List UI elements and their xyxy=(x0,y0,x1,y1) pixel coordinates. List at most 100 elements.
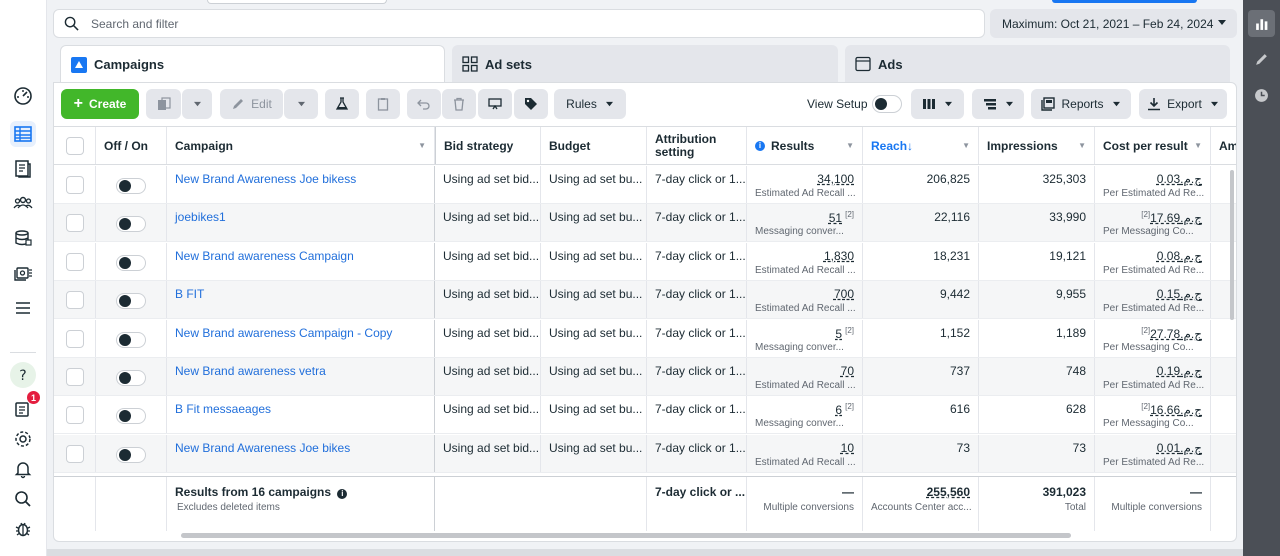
column-header-bid-strategy[interactable]: Bid strategy xyxy=(435,127,541,164)
pages-icon[interactable] xyxy=(10,156,36,182)
row-checkbox[interactable] xyxy=(65,291,84,310)
tab-label: Ads xyxy=(878,56,903,72)
notification-badge: 1 xyxy=(26,390,41,405)
undo-button[interactable] xyxy=(407,89,441,119)
edit-button[interactable]: Edit xyxy=(220,89,283,119)
column-header-budget[interactable]: Budget xyxy=(541,127,647,164)
export-preview-button[interactable] xyxy=(478,89,512,119)
media-icon[interactable] xyxy=(10,260,36,286)
tag-button[interactable] xyxy=(514,89,548,119)
campaign-name-link[interactable]: New Brand Awareness Joe bikess xyxy=(175,172,356,186)
campaign-name-link[interactable]: New Brand awareness Campaign xyxy=(175,249,354,263)
column-header-results[interactable]: i Results ▼ xyxy=(747,127,863,164)
campaign-name-link[interactable]: New Brand awareness vetra xyxy=(175,364,326,378)
duplicate-button[interactable] xyxy=(146,89,181,119)
table-row[interactable]: New Brand awareness vetra Using ad set bi… xyxy=(54,358,1236,396)
results-cell: 34,100 Estimated Ad Recall ... xyxy=(747,166,863,203)
vertical-scrollbar[interactable] xyxy=(1230,170,1234,320)
table-row[interactable]: New Brand awareness Campaign - Copy Using… xyxy=(54,319,1236,358)
campaign-toggle[interactable] xyxy=(116,254,146,271)
column-header-amount[interactable]: Am xyxy=(1211,127,1236,164)
notifications-icon[interactable]: 1 xyxy=(10,390,41,422)
rules-button[interactable]: Rules xyxy=(554,89,626,119)
view-setup-toggle[interactable] xyxy=(872,95,902,113)
table-row[interactable]: New Brand Awareness Joe bikes Using ad se… xyxy=(54,434,1236,473)
campaign-name-link[interactable]: B Fit messaeages xyxy=(175,402,271,416)
campaign-name-link[interactable]: joebikes1 xyxy=(175,210,226,224)
duplicate-dropdown[interactable] xyxy=(182,89,212,119)
results-value-wrap: 51 [2] xyxy=(755,210,854,225)
row-checkbox[interactable] xyxy=(65,406,84,425)
column-header-impressions[interactable]: Impressions ▼ xyxy=(979,127,1095,164)
row-checkbox[interactable] xyxy=(65,444,84,463)
column-header-campaign[interactable]: Campaign ▼ xyxy=(167,127,435,164)
search-icon[interactable] xyxy=(10,486,36,512)
table-row[interactable]: joebikes1 Using ad set bid... Using ad set… xyxy=(54,204,1236,243)
export-button[interactable]: Export xyxy=(1139,89,1227,119)
reports-button[interactable]: Reports xyxy=(1031,89,1131,119)
tab-ads[interactable]: Ads xyxy=(845,45,1230,83)
edit-dropdown[interactable] xyxy=(284,89,318,119)
breakdown-button[interactable] xyxy=(972,89,1024,119)
nav-divider xyxy=(10,352,36,353)
campaign-toggle[interactable] xyxy=(116,178,146,194)
select-all-checkbox[interactable] xyxy=(65,136,84,155)
tab-campaigns[interactable]: Campaigns xyxy=(60,45,445,83)
ad-sets-icon xyxy=(462,56,478,72)
audiences-icon[interactable] xyxy=(10,190,36,216)
delete-button[interactable] xyxy=(442,89,476,119)
search-filter-bar[interactable] xyxy=(53,9,985,38)
campaign-name-link[interactable]: New Brand Awareness Joe bikes xyxy=(175,441,350,455)
campaign-toggle[interactable] xyxy=(116,370,146,386)
date-range-button[interactable]: Maximum: Oct 21, 2021 – Feb 24, 2024 xyxy=(990,9,1237,38)
row-checkbox[interactable] xyxy=(65,329,84,348)
campaign-toggle[interactable] xyxy=(116,446,146,463)
table-row[interactable]: New Brand awareness Campaign Using ad set… xyxy=(54,242,1236,281)
bell-icon[interactable] xyxy=(10,456,36,482)
chart-icon[interactable] xyxy=(1248,10,1275,37)
create-button[interactable]: + Create xyxy=(61,89,139,119)
column-header-cost-per-result[interactable]: Cost per result ▼ xyxy=(1095,127,1211,164)
ab-test-button[interactable] xyxy=(325,89,359,119)
campaign-toggle[interactable] xyxy=(116,331,146,348)
settings-icon[interactable] xyxy=(10,426,36,452)
clock-icon[interactable] xyxy=(1248,82,1275,109)
results-value: 5 xyxy=(835,326,843,341)
column-header-reach[interactable]: Reach ↓ ▼ xyxy=(863,127,979,164)
columns-button[interactable] xyxy=(911,89,964,119)
table-row[interactable]: New Brand Awareness Joe bikess Using ad s… xyxy=(54,166,1236,204)
breakdown-icon xyxy=(983,99,996,110)
table-row[interactable]: B FIT Using ad set bid... Using ad set bu.… xyxy=(54,281,1236,320)
tab-label: Campaigns xyxy=(94,57,165,72)
reach-value: 616 xyxy=(949,402,970,417)
table-row[interactable]: B Fit messaeages Using ad set bid... Using… xyxy=(54,396,1236,435)
help-icon[interactable]: ? xyxy=(10,362,36,388)
row-checkbox[interactable] xyxy=(65,176,84,194)
campaign-toggle[interactable] xyxy=(116,408,146,425)
campaigns-table-icon[interactable] xyxy=(10,121,36,147)
campaign-toggle[interactable] xyxy=(116,216,146,233)
campaign-name-link[interactable]: B FIT xyxy=(175,287,204,301)
dashboard-icon[interactable] xyxy=(10,83,36,109)
results-type: Estimated Ad Recall ... xyxy=(755,380,856,391)
column-header-attribution[interactable]: Attribution setting xyxy=(647,127,747,164)
campaign-toggle[interactable] xyxy=(116,293,146,310)
row-toggle-cell xyxy=(96,281,167,319)
row-checkbox[interactable] xyxy=(65,214,84,233)
tab-ad-sets[interactable]: Ad sets xyxy=(452,45,838,83)
row-checkbox[interactable] xyxy=(65,252,84,271)
column-header-off-on[interactable]: Off / On xyxy=(96,127,167,164)
bid-strategy-value: Using ad set bid... xyxy=(443,248,540,263)
clipboard-button[interactable] xyxy=(366,89,400,119)
results-type: Estimated Ad Recall ... xyxy=(755,264,856,276)
results-value-wrap: 6 [2] xyxy=(755,402,854,417)
campaign-name-link[interactable]: New Brand awareness Campaign - Copy xyxy=(175,326,392,340)
menu-icon[interactable] xyxy=(10,295,36,321)
budget-cell: Using ad set bu... xyxy=(541,358,647,395)
horizontal-scrollbar[interactable] xyxy=(181,533,1071,538)
search-input[interactable] xyxy=(91,16,891,31)
row-checkbox[interactable] xyxy=(65,368,84,386)
bug-icon[interactable] xyxy=(10,516,36,542)
pencil-icon[interactable] xyxy=(1248,46,1275,73)
catalog-icon[interactable] xyxy=(10,225,36,251)
